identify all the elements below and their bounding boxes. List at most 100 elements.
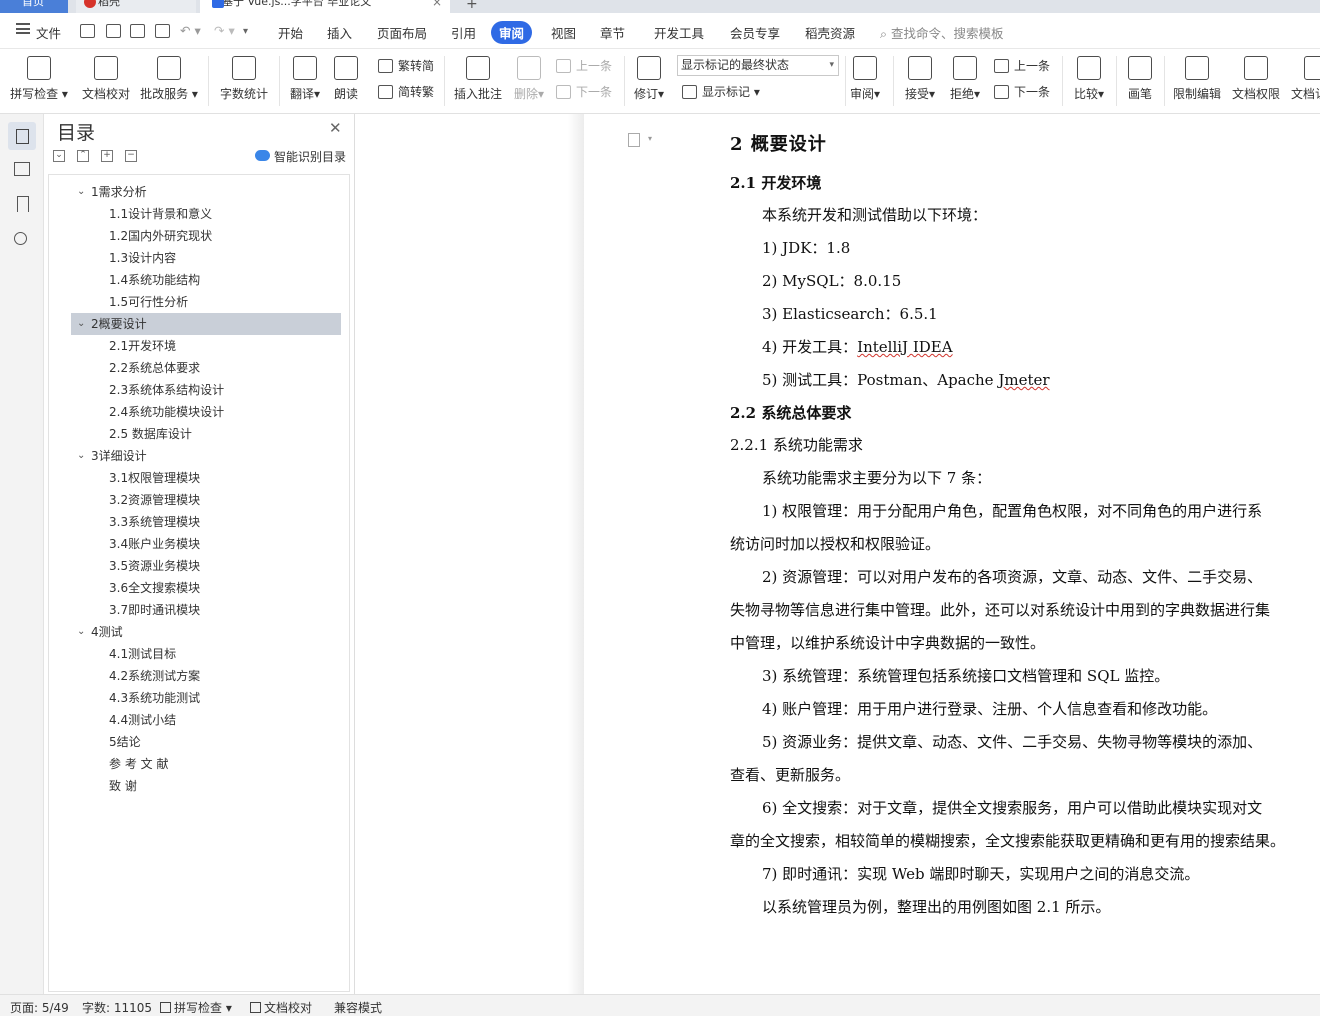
spell-check-toggle[interactable]: 拼写检查 ▾ [160,999,232,1016]
menu-tab-insert[interactable]: 插入 [327,23,352,42]
accept-button[interactable]: 接受▾ [901,50,939,110]
close-tab-icon[interactable]: × [432,0,442,10]
toc-section-item[interactable]: 1.1设计背景和意义 [109,203,212,225]
toc-section-item[interactable]: 1.2国内外研究现状 [109,225,212,247]
body-text-line: 失物寻物等信息进行集中管理。此外，还可以对系统设计中用到的字典数据进行集 [730,601,1271,619]
menu-tab-review[interactable]: 审阅 [491,21,533,44]
menu-tab-daoke-resources[interactable]: 稻壳资源 [805,23,855,42]
toc-section-item[interactable]: 3.3系统管理模块 [109,511,200,533]
menu-tab-chapter[interactable]: 章节 [600,23,625,42]
chevron-down-icon[interactable]: ⌄ [77,621,85,643]
toc-section-item[interactable]: 3.4账户业务模块 [109,533,200,555]
paragraph-outline-icon[interactable] [628,133,640,147]
toc-panel-icon[interactable] [8,122,36,150]
toc-section-item[interactable]: 3.7即时通讯模块 [109,599,200,621]
page-indicator[interactable]: 页面: 5/49 [10,999,69,1016]
quick-access-more-icon[interactable]: ▾ [243,26,248,37]
translate-button[interactable]: 翻译▾ [285,50,325,110]
toc-section-item[interactable]: 3.2资源管理模块 [109,489,200,511]
collapse-all-icon[interactable]: ⌄ [53,150,65,162]
smart-toc-button[interactable]: 智能识别目录 [255,148,346,165]
tab-daoke[interactable]: 稻壳 [76,0,196,13]
new-tab-icon[interactable]: + [466,0,478,12]
compare-button[interactable]: 比较▾ [1069,50,1109,110]
toc-section-item[interactable]: 4.3系统功能测试 [109,687,200,709]
menu-tab-start[interactable]: 开始 [278,23,303,42]
restrict-edit-button[interactable]: 限制编辑 [1170,50,1224,110]
delete-comment-button[interactable]: 删除▾ [510,50,548,110]
toc-chapter-item[interactable]: 参 考 文 献 [91,753,361,775]
tab-home[interactable]: 首页 [0,0,68,13]
batch-service-button[interactable]: 批改服务 ▾ [138,50,200,110]
doc-proof-status[interactable]: 文档校对 [250,999,312,1016]
toc-chapter-item[interactable]: ⌄ 2概要设计 [71,313,341,335]
show-markup-button[interactable]: 显示标记 ▾ [682,83,760,103]
search-icon[interactable] [12,230,32,250]
toc-chapter-item[interactable]: 致 谢 [91,775,361,797]
chevron-down-icon[interactable]: ⌄ [77,445,85,467]
chapter-nav-icon[interactable] [12,158,32,178]
toc-section-item[interactable]: 4.2系统测试方案 [109,665,200,687]
print-icon[interactable] [130,24,145,38]
menu-hamburger-icon[interactable] [16,23,30,34]
expand-all-icon[interactable]: ⌃ [77,150,89,162]
revise-button[interactable]: 修订▾ [630,50,668,110]
doc-proof-button[interactable]: 文档校对 [78,50,134,110]
toc-section-item[interactable]: 2.4系统功能模块设计 [109,401,224,423]
toc-chapter-item[interactable]: 5结论 [91,731,361,753]
toc-section-item[interactable]: 3.6全文搜索模块 [109,577,200,599]
toc-section-item[interactable]: 2.5 数据库设计 [109,423,192,445]
doc-more-button[interactable]: 文档认 [1288,50,1320,110]
toc-chapter-item[interactable]: ⌄ 4测试 [73,621,343,643]
toc-section-item[interactable]: 4.1测试目标 [109,643,176,665]
print-preview-icon[interactable] [155,24,170,38]
doc-permission-button[interactable]: 文档权限 [1228,50,1284,110]
toc-section-item[interactable]: 2.3系统体系结构设计 [109,379,224,401]
menu-tab-layout[interactable]: 页面布局 [377,23,427,42]
simp-to-trad-button[interactable]: 简转繁 [378,83,434,103]
read-aloud-button[interactable]: 朗读 [328,50,364,110]
reject-button[interactable]: 拒绝▾ [946,50,984,110]
spell-check-button[interactable]: 拼写检查 ▾ [8,50,70,110]
trad-to-simp-button[interactable]: 繁转简 [378,57,434,77]
menu-tab-member[interactable]: 会员专享 [730,23,780,42]
menu-tab-references[interactable]: 引用 [451,23,476,42]
menu-tab-view[interactable]: 视图 [551,23,576,42]
bookmark-icon[interactable] [12,194,32,214]
next-comment-button[interactable]: 下一条 [556,83,612,103]
file-menu[interactable]: 文件 [36,23,61,42]
close-icon[interactable]: ✕ [329,119,342,137]
save-icon[interactable] [80,24,95,38]
prev-comment-button[interactable]: 上一条 [556,57,612,77]
insert-comment-button[interactable]: 插入批注 [452,50,504,110]
redo-icon[interactable]: ↷ ▾ [214,23,235,38]
undo-icon[interactable]: ↶ ▾ [180,23,201,38]
word-count-button[interactable]: 字数统计 [216,50,272,110]
prev-change-button[interactable]: 上一条 [994,57,1050,77]
toc-section-item[interactable]: 2.1开发环境 [109,335,176,357]
toc-section-item[interactable]: 1.3设计内容 [109,247,176,269]
tab-document[interactable]: 基于 Vue.js...学平台 毕业论文 × [200,0,450,13]
chevron-down-icon[interactable]: ⌄ [77,181,85,203]
pen-button[interactable]: 画笔 [1122,50,1158,110]
toc-section-item[interactable]: 1.5可行性分析 [109,291,188,313]
toc-chapter-item[interactable]: ⌄ 1需求分析 [73,181,343,203]
toc-section-item[interactable]: 4.4测试小结 [109,709,176,731]
remove-heading-icon[interactable]: − [125,150,137,162]
toc-title: 目录 [57,122,96,144]
chevron-down-icon[interactable]: ▾ [648,134,652,143]
next-change-button[interactable]: 下一条 [994,83,1050,103]
menu-tab-developer[interactable]: 开发工具 [654,23,704,42]
toc-section-item[interactable]: 3.1权限管理模块 [109,467,200,489]
command-search[interactable]: ⌕ 查找命令、搜索模板 [880,23,1004,42]
toc-section-item[interactable]: 3.5资源业务模块 [109,555,200,577]
review-pane-button[interactable]: 审阅▾ [846,50,884,110]
add-heading-icon[interactable]: + [101,150,113,162]
word-count-indicator[interactable]: 字数: 11105 [82,999,152,1016]
toc-section-item[interactable]: 1.4系统功能结构 [109,269,200,291]
markup-state-dropdown[interactable]: 显示标记的最终状态 ▾ [677,55,839,76]
toc-chapter-item[interactable]: ⌄ 3详细设计 [73,445,343,467]
toc-section-item[interactable]: 2.2系统总体要求 [109,357,200,379]
export-pdf-icon[interactable] [106,24,121,38]
chevron-down-icon[interactable]: ⌄ [77,313,85,335]
